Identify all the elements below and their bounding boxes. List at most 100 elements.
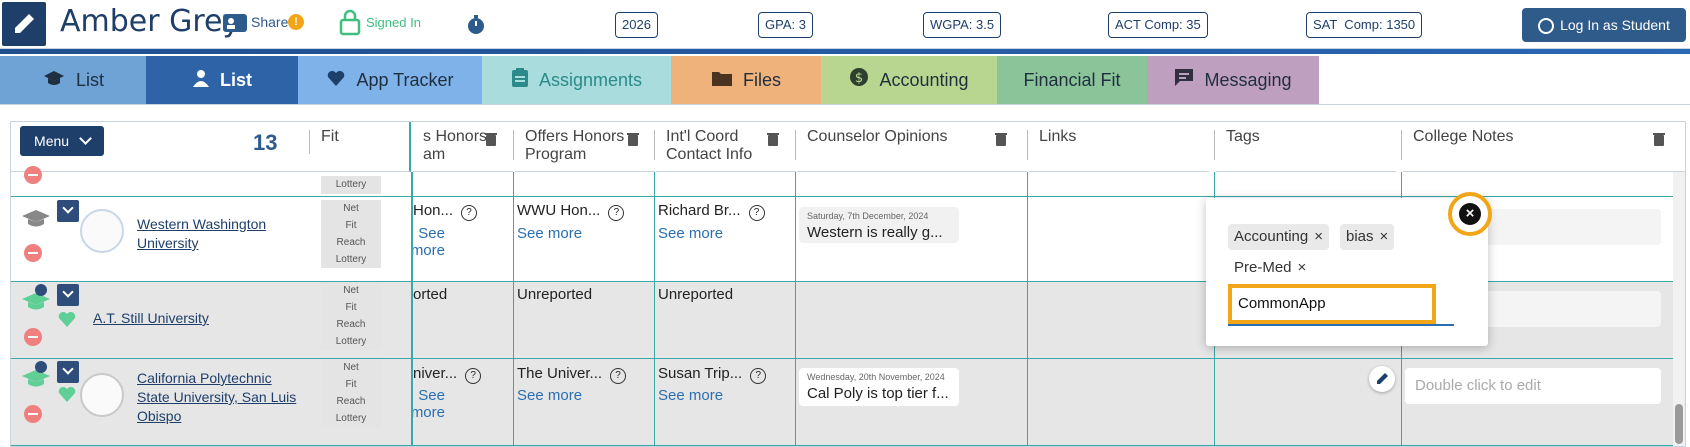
tab-list-grad[interactable]: List [0, 56, 146, 104]
help-icon[interactable]: ? [465, 368, 482, 384]
help-icon[interactable]: ? [610, 368, 627, 384]
alert-icon: ! [288, 14, 304, 30]
opinion-text: Cal Poly is top tier f... [807, 385, 949, 402]
stopwatch-icon[interactable] [466, 14, 486, 41]
cell-value: Richard Br... [658, 202, 741, 219]
tab-label: Financial Fit [1023, 70, 1121, 90]
help-icon[interactable]: ? [461, 205, 478, 221]
offers-honors-cell: WWU Hon...? [517, 202, 625, 221]
lock-icon [339, 9, 361, 36]
col-line [795, 172, 796, 446]
help-icon[interactable]: ? [748, 205, 765, 221]
remove-icon[interactable] [24, 244, 42, 262]
tab-list-user[interactable]: List [146, 56, 298, 104]
tag-input[interactable]: CommonApp [1228, 284, 1436, 324]
close-icon[interactable]: × [1459, 203, 1481, 225]
see-more-link[interactable]: See more [658, 387, 723, 404]
tab-assignments[interactable]: Assignments [482, 56, 671, 104]
edit-student-button[interactable] [2, 2, 46, 46]
remove-icon[interactable] [24, 405, 42, 423]
remove-tag-icon[interactable]: × [1314, 228, 1323, 245]
chevron-down-icon [79, 132, 92, 145]
fit-net: Net [343, 285, 359, 296]
vertical-scrollbar[interactable] [1673, 172, 1685, 446]
see-more-link[interactable]: See more [395, 225, 445, 259]
fit-stack[interactable]: Net Fit Reach Lottery [321, 200, 381, 268]
input-underline [1228, 324, 1454, 326]
trash-icon[interactable] [627, 132, 639, 151]
dollar-icon: $ [849, 57, 869, 105]
see-more-link[interactable]: See more [517, 225, 582, 242]
counselor-header: Counselor Opinions [797, 122, 1027, 172]
scrollbar-thumb[interactable] [1675, 404, 1683, 444]
intl-coord-cell: Unreported [658, 286, 734, 303]
tag-editor-popup: Accounting × bias × Pre-Med × CommonApp [1206, 198, 1488, 346]
trash-icon[interactable] [1653, 132, 1665, 151]
heart-icon[interactable] [57, 385, 77, 403]
pencil-icon [15, 14, 34, 33]
college-name: Western Washington University [137, 216, 267, 251]
frozen-divider [411, 172, 413, 446]
expand-button[interactable] [57, 361, 79, 383]
tab-label: List [219, 70, 252, 90]
fit-reach: Reach [336, 319, 366, 330]
tab-divider [0, 104, 1690, 105]
remove-tag-icon[interactable]: × [1380, 228, 1389, 245]
wgpa-badge: WGPA: 3.5 [923, 12, 1002, 38]
remove-icon[interactable] [24, 328, 42, 346]
see-more-link[interactable]: See more [517, 387, 582, 404]
offers-honors-cell: The Univer...? [517, 365, 627, 384]
col-sep [654, 130, 655, 160]
graduation-cap-icon[interactable] [21, 208, 51, 230]
tab-messaging[interactable]: Messaging [1147, 56, 1319, 104]
tab-accounting[interactable]: $ Accounting [821, 56, 997, 104]
fit-stack[interactable]: Net Fit Reach Lottery [321, 359, 381, 427]
remove-tag-icon[interactable]: × [1298, 259, 1307, 276]
college-name-link[interactable]: California Polytechnic State University,… [137, 369, 297, 426]
share-button[interactable]: Share ! [222, 12, 304, 39]
tab-label: App Tracker [356, 70, 454, 90]
cell-value: WWU Hon... [517, 202, 601, 219]
college-seal-logo [80, 209, 124, 253]
heart-icon[interactable] [57, 310, 77, 328]
edit-tags-button[interactable] [1369, 366, 1395, 392]
tab-app-tracker[interactable]: App Tracker [298, 56, 482, 104]
counselor-opinion-card[interactable]: Wednesday, 20th November, 2024 Cal Poly … [799, 368, 959, 406]
tag-chip: Pre-Med × [1228, 255, 1312, 281]
cell-value: niver... [413, 365, 458, 382]
see-more-link[interactable]: See more [395, 387, 445, 421]
help-icon[interactable]: ? [608, 205, 625, 221]
menu-label: Menu [34, 133, 70, 149]
trash-icon[interactable] [485, 132, 497, 151]
user-circle-icon [1538, 18, 1555, 35]
college-count: 13 [253, 130, 278, 155]
remove-icon[interactable] [24, 166, 42, 184]
fit-stack[interactable]: Net Fit Reach Lottery [321, 282, 381, 350]
counselor-opinion-card[interactable]: Saturday, 7th December, 2024 Western is … [799, 207, 959, 243]
honors-program-header: s Honors am [413, 122, 513, 172]
expand-button[interactable] [57, 284, 79, 306]
grid-left-header: Menu 13 Fit [11, 122, 411, 172]
college-name-link[interactable]: Western Washington University [137, 215, 287, 253]
graduation-cap-icon [42, 57, 66, 105]
menu-button[interactable]: Menu [20, 126, 104, 156]
tab-files[interactable]: Files [671, 56, 821, 104]
chevron-down-icon [62, 286, 74, 298]
college-note-field[interactable]: Double click to edit [1405, 368, 1661, 404]
college-name-link[interactable]: A.T. Still University [93, 310, 209, 328]
see-more-link[interactable]: See more [658, 225, 723, 242]
tag-label: bias [1346, 228, 1374, 245]
tab-label: Files [742, 70, 781, 90]
col-line [513, 172, 514, 446]
trash-icon[interactable] [767, 132, 779, 151]
expand-button[interactable] [57, 200, 79, 222]
grad-year-badge: 2026 [615, 12, 658, 38]
trash-icon[interactable] [995, 132, 1007, 151]
fit-reach: Reach [336, 396, 366, 407]
login-as-student-button[interactable]: Log In as Student [1522, 8, 1686, 42]
help-icon[interactable]: ? [750, 368, 767, 384]
act-badge: ACT Comp: 35 [1108, 12, 1208, 38]
check-badge-icon [35, 361, 47, 373]
tab-financial-fit[interactable]: Financial Fit [997, 56, 1147, 104]
message-icon [1174, 57, 1194, 105]
